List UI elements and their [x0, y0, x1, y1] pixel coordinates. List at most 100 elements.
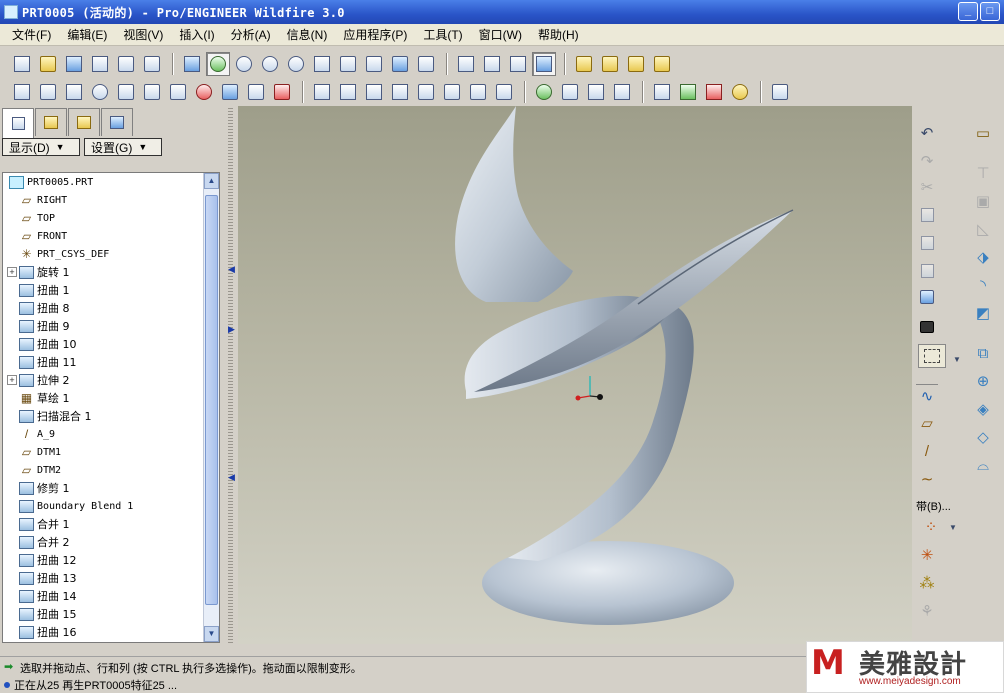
connections-tab-icon[interactable] [101, 108, 133, 136]
tree-item[interactable]: 扭曲 11 [3, 353, 203, 371]
tree-item[interactable]: 扭曲 13 [3, 569, 203, 587]
parameters-icon[interactable] [336, 80, 360, 104]
model-player-icon[interactable] [414, 80, 438, 104]
tree-item[interactable]: + 旋转 1 [3, 263, 203, 281]
analysis-feature-icon[interactable]: ⁂ [916, 572, 938, 594]
tree-item[interactable]: Boundary Blend 1 [3, 497, 203, 515]
surface-analysis-icon[interactable] [140, 80, 164, 104]
menu-tools[interactable]: 工具(T) [415, 26, 470, 43]
paste-icon[interactable] [916, 232, 938, 254]
graphics-window[interactable] [238, 106, 912, 644]
window-icon[interactable] [650, 80, 674, 104]
tree-item[interactable]: ✳ PRT_CSYS_DEF [3, 245, 203, 263]
chevron-down-icon[interactable]: ▼ [942, 516, 964, 538]
tree-item[interactable]: ▱ DTM1 [3, 443, 203, 461]
animation-icon[interactable] [558, 80, 582, 104]
tree-item[interactable]: 扭曲 1 [3, 281, 203, 299]
saved-views-icon[interactable] [362, 52, 386, 76]
chevron-down-icon[interactable]: ▼ [946, 348, 968, 370]
zoom-in-icon[interactable] [258, 52, 282, 76]
round-tool-icon[interactable]: ◝ [972, 274, 994, 296]
measure-icon[interactable] [10, 80, 34, 104]
paste-special-icon[interactable] [916, 260, 938, 282]
wireframe-icon[interactable] [454, 52, 478, 76]
selection-filter-icon[interactable] [918, 344, 946, 368]
zoom-out-icon[interactable] [284, 52, 308, 76]
datum-axis-display-icon[interactable] [598, 52, 622, 76]
tree-item[interactable]: 扭曲 10 [3, 335, 203, 353]
band-label[interactable]: 带(B)... [916, 498, 951, 514]
context-help-icon[interactable] [768, 80, 792, 104]
cut-icon[interactable]: ✂ [916, 176, 938, 198]
section-icon[interactable] [62, 80, 86, 104]
model-view[interactable] [238, 106, 912, 644]
shell-tool-icon[interactable]: ▣ [972, 190, 994, 212]
csys-display-icon[interactable] [650, 52, 674, 76]
ud-feature-icon[interactable] [440, 80, 464, 104]
tree-item[interactable]: ▦ 草绘 1 [3, 389, 203, 407]
expand-plus-icon[interactable]: + [7, 375, 17, 385]
spin-center-icon[interactable] [206, 52, 230, 76]
orient-mode-icon[interactable] [232, 52, 256, 76]
expand-plus-icon[interactable]: + [7, 267, 17, 277]
datum-plane-display-icon[interactable] [572, 52, 596, 76]
datum-target-icon[interactable]: ⚘ [916, 600, 938, 622]
send-mail-icon[interactable] [114, 52, 138, 76]
tree-item[interactable]: / A_9 [3, 425, 203, 443]
hidden-line-icon[interactable] [480, 52, 504, 76]
boundary-blend-tool-icon[interactable]: ⌓ [972, 454, 994, 476]
thickness-icon[interactable] [244, 80, 268, 104]
model-tree-scrollbar[interactable]: ▲ ▼ [203, 173, 219, 642]
menu-view[interactable]: 视图(V) [115, 26, 171, 43]
draft-check-icon[interactable] [218, 80, 242, 104]
sketch-tool-icon[interactable]: ▭ [972, 122, 994, 144]
activate-window-icon[interactable] [676, 80, 700, 104]
menu-help[interactable]: 帮助(H) [530, 26, 587, 43]
tree-item[interactable]: 合并 1 [3, 515, 203, 533]
datum-plane-icon[interactable]: ▱ [916, 412, 938, 434]
graph-icon[interactable] [88, 80, 112, 104]
appearance-icon[interactable] [584, 80, 608, 104]
tree-item[interactable]: 扭曲 16 [3, 623, 203, 641]
find-icon[interactable] [916, 316, 938, 338]
shading-icon[interactable] [532, 52, 556, 76]
family-table-icon[interactable] [388, 80, 412, 104]
minimize-button[interactable]: _ [958, 2, 978, 21]
redo-icon[interactable]: ↷ [916, 150, 938, 172]
draft-tool-icon[interactable]: ⬗ [972, 246, 994, 268]
menu-edit[interactable]: 编辑(E) [59, 26, 115, 43]
datum-axis-icon[interactable]: / [916, 440, 938, 462]
folder-browser-tab-icon[interactable] [35, 108, 67, 136]
print-icon[interactable] [88, 52, 112, 76]
refit-icon[interactable] [310, 52, 334, 76]
redraw-icon[interactable] [180, 52, 204, 76]
settings-dropdown[interactable]: 设置(G) ▼ [84, 138, 162, 156]
csys-icon[interactable]: ✳ [916, 544, 938, 566]
copy-feature-tool-icon[interactable]: ⧉ [972, 342, 994, 364]
menu-insert[interactable]: 插入(I) [171, 26, 222, 43]
tree-item[interactable]: 扭曲 8 [3, 299, 203, 317]
tree-item[interactable]: 扫描混合 1 [3, 407, 203, 425]
relations-icon[interactable] [310, 80, 334, 104]
tree-item[interactable]: 扭曲 12 [3, 551, 203, 569]
tree-item[interactable]: ▱ DTM2 [3, 461, 203, 479]
send-link-icon[interactable] [140, 52, 164, 76]
tree-item[interactable]: 扭曲 15 [3, 605, 203, 623]
tree-item[interactable]: 合并 2 [3, 533, 203, 551]
merge-tool-icon[interactable]: ◈ [972, 398, 994, 420]
tree-item[interactable]: + 拉伸 2 [3, 371, 203, 389]
no-hidden-icon[interactable] [506, 52, 530, 76]
datum-curve-icon[interactable]: ∿ [916, 384, 938, 406]
copy-icon[interactable] [916, 204, 938, 226]
hole-tool-icon[interactable]: ⊤ [972, 162, 994, 184]
menu-analysis[interactable]: 分析(A) [223, 26, 279, 43]
datum-point-icon[interactable]: ⁘ [920, 516, 942, 538]
menu-window[interactable]: 窗口(W) [471, 26, 530, 43]
close-window-icon[interactable] [702, 80, 726, 104]
upper-fin-surface[interactable] [455, 106, 573, 302]
datum-point-display-icon[interactable] [624, 52, 648, 76]
regenerate-icon[interactable] [916, 286, 938, 308]
curve-analysis-icon[interactable] [114, 80, 138, 104]
curvature-color-icon[interactable] [192, 80, 216, 104]
trim-tool-icon[interactable]: ◇ [972, 426, 994, 448]
